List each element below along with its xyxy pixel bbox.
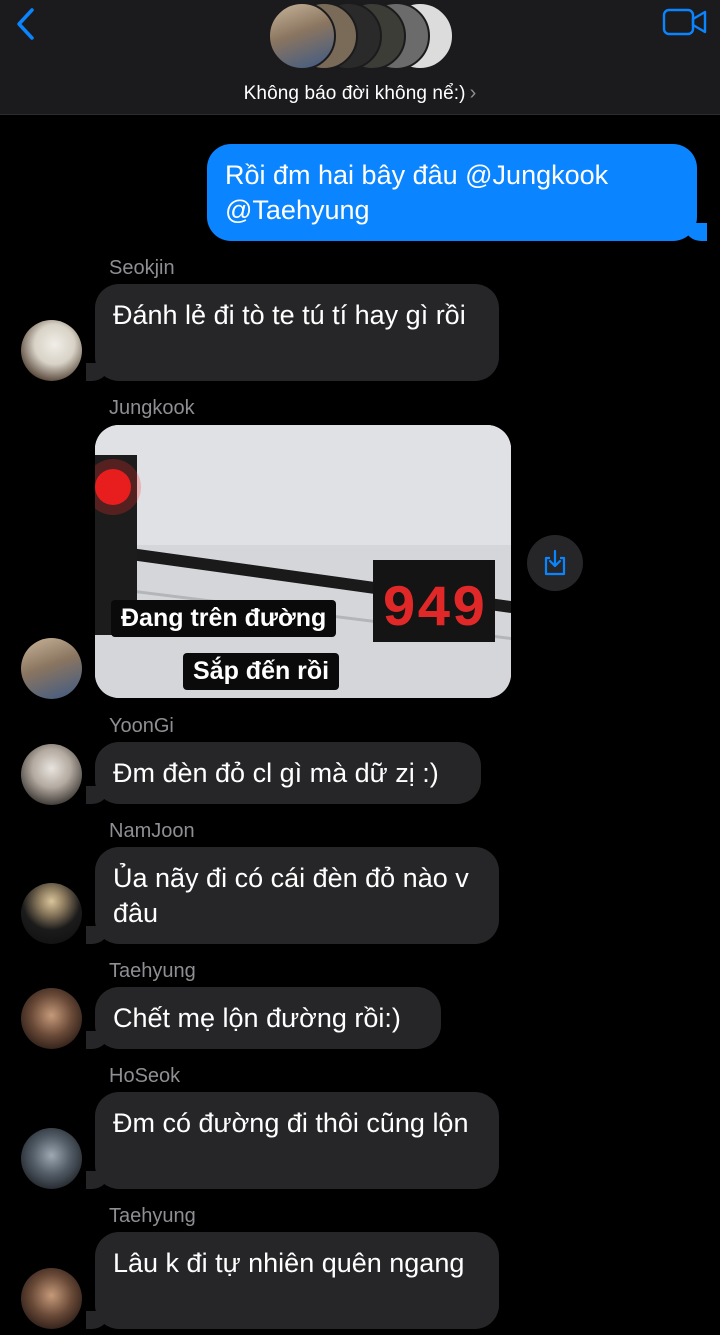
sender-name: Taehyung — [109, 960, 196, 982]
back-button[interactable] — [10, 6, 40, 42]
message-text: Chết mẹ lộn đường rồi:) — [113, 1003, 401, 1033]
counter-display: 949 — [382, 578, 486, 643]
video-camera-icon — [662, 8, 707, 36]
sender-name: HoSeok — [109, 1065, 181, 1087]
incoming-message[interactable]: Ủa nãy đi có cái đèn đỏ nào v đâu — [95, 847, 499, 944]
avatar-taehyung[interactable] — [21, 1268, 82, 1329]
avatar-yoongi[interactable] — [21, 744, 82, 805]
message-text: Lâu k đi tự nhiên quên ngang — [113, 1248, 465, 1278]
avatar-hoseok[interactable] — [21, 1128, 82, 1189]
incoming-message[interactable]: Đánh lẻ đi tò te tú tí hay gì rồi — [95, 284, 499, 381]
group-avatar-0 — [268, 2, 336, 70]
bubble-tail — [86, 1311, 108, 1329]
video-call-button[interactable] — [662, 7, 708, 37]
outgoing-message[interactable]: Rồi đm hai bây đâu @Jungkook @Taehyung — [207, 144, 697, 241]
sender-name: Jungkook — [109, 397, 195, 419]
bubble-tail — [86, 1031, 108, 1049]
avatar-namjoon[interactable] — [21, 883, 82, 944]
chevron-left-icon — [17, 8, 34, 40]
chevron-right-icon: › — [469, 82, 477, 104]
bubble-tail — [86, 926, 108, 944]
avatar-seokjin[interactable] — [21, 320, 82, 381]
incoming-message[interactable]: Chết mẹ lộn đường rồi:) — [95, 987, 441, 1049]
incoming-message[interactable]: Lâu k đi tự nhiên quên ngang — [95, 1232, 499, 1329]
bubble-tail — [685, 223, 707, 241]
bubble-tail — [86, 363, 108, 381]
incoming-message[interactable]: Đm đèn đỏ cl gì mà dữ zị :) — [95, 742, 481, 804]
message-text: Ủa nãy đi có cái đèn đỏ nào v đâu — [113, 863, 469, 928]
message-text: Đm có đường đi thôi cũng lộn — [113, 1108, 469, 1138]
message-text: Đm đèn đỏ cl gì mà dữ zị :) — [113, 758, 439, 788]
message-text: Rồi đm hai bây đâu @Jungkook @Taehyung — [225, 160, 609, 225]
group-name-text: Không báo đời không nể:) — [243, 83, 466, 104]
sender-name: NamJoon — [109, 820, 195, 842]
incoming-message[interactable]: Đm có đường đi thôi cũng lộn — [95, 1092, 499, 1189]
sender-name: Taehyung — [109, 1205, 196, 1227]
image-caption-1: Đang trên đường — [111, 600, 337, 637]
save-image-button[interactable] — [527, 535, 583, 591]
chat-header: Không báo đời không nể:) › — [0, 0, 720, 115]
sender-name: Seokjin — [109, 257, 175, 279]
group-name[interactable]: Không báo đời không nể:) › — [0, 82, 720, 105]
image-caption-2: Sắp đến rồi — [183, 653, 340, 690]
bubble-tail — [86, 786, 108, 804]
download-icon — [544, 549, 566, 576]
group-avatars[interactable] — [268, 2, 458, 72]
message-text: Đánh lẻ đi tò te tú tí hay gì rồi — [113, 300, 466, 330]
avatar-taehyung[interactable] — [21, 988, 82, 1049]
bubble-tail — [86, 1171, 108, 1189]
sender-name: YoonGi — [109, 715, 174, 737]
image-message[interactable]: 949 Đang trên đường Sắp đến rồi — [95, 425, 511, 698]
avatar-jungkook[interactable] — [21, 638, 82, 699]
